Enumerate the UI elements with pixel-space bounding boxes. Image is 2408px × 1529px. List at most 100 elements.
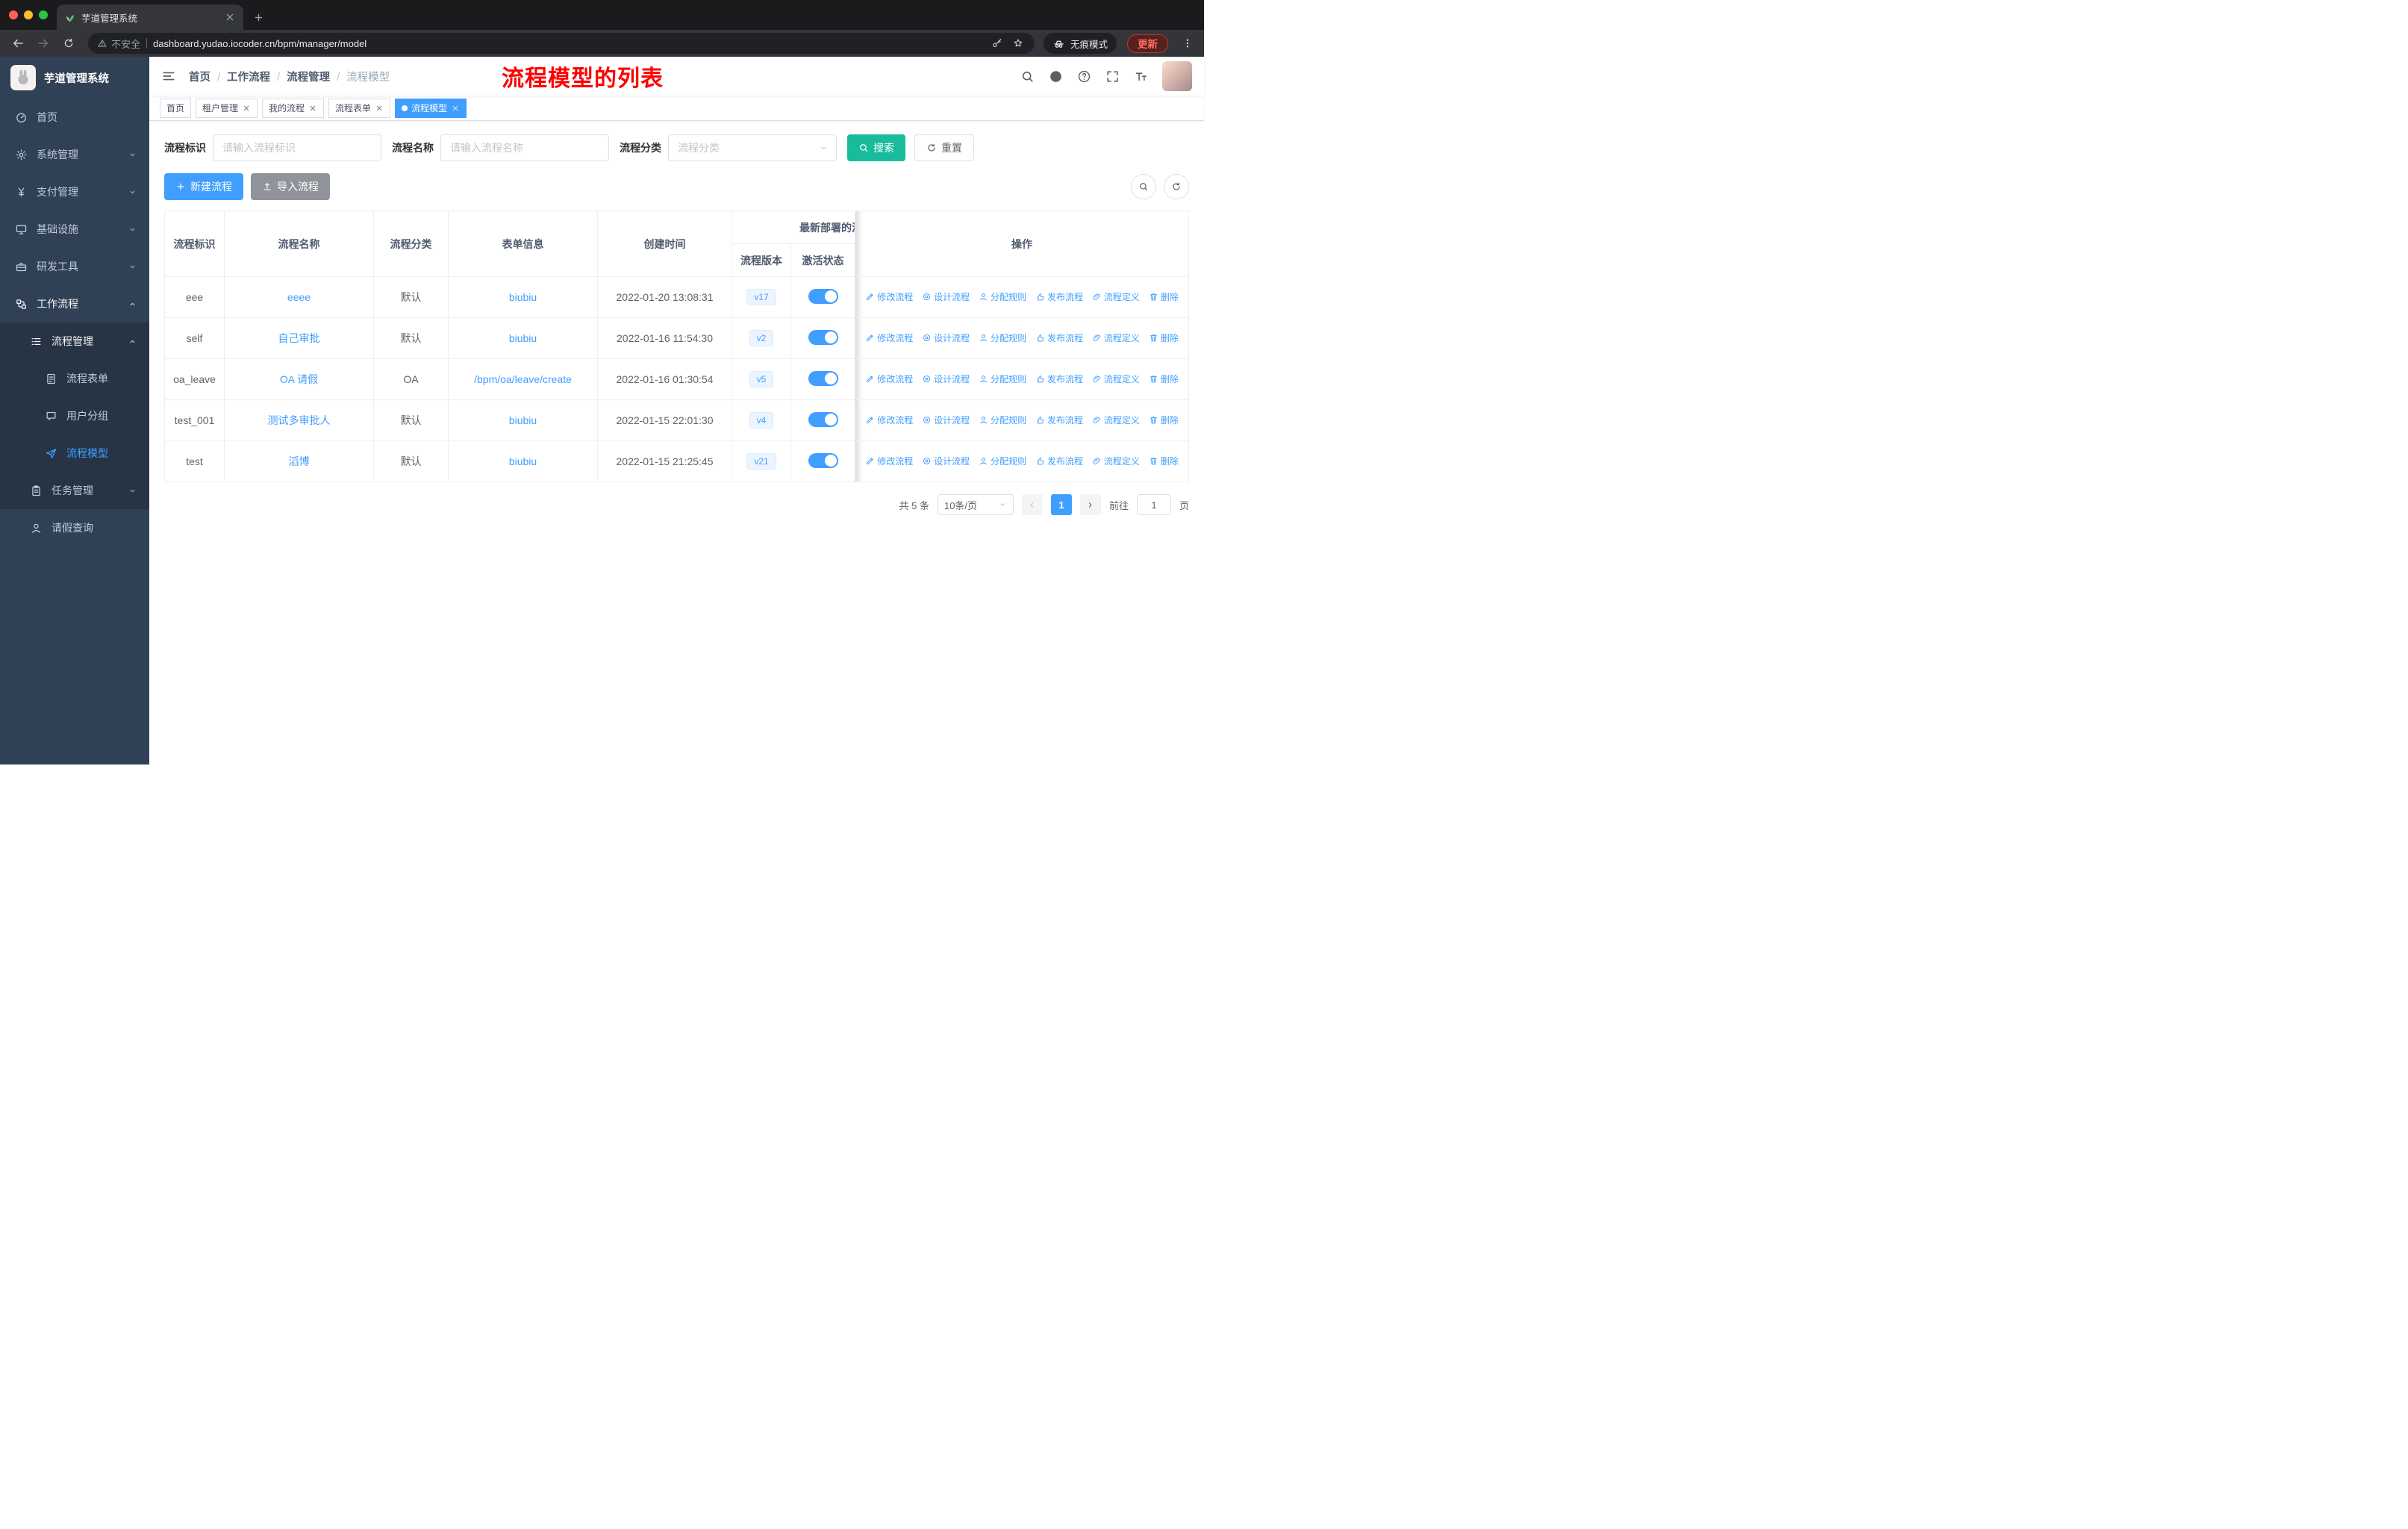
design-process-link[interactable]: 设计流程 [922, 290, 970, 303]
toggle-search-button[interactable] [1131, 174, 1156, 199]
font-size-icon[interactable] [1134, 69, 1148, 84]
new-tab-button[interactable] [248, 7, 269, 28]
current-page-button[interactable]: 1 [1050, 494, 1072, 515]
design-process-link[interactable]: 设计流程 [922, 373, 970, 385]
active-toggle[interactable] [808, 288, 838, 304]
version-badge[interactable]: v17 [746, 289, 776, 305]
process-name-link[interactable]: OA 请假 [280, 373, 318, 385]
modify-process-link[interactable]: 修改流程 [865, 414, 913, 426]
process-definition-link[interactable]: 流程定义 [1092, 414, 1140, 426]
address-bar[interactable]: 不安全 dashboard.yudao.iocoder.cn/bpm/manag… [88, 33, 1035, 54]
security-indicator[interactable]: 不安全 [97, 37, 140, 51]
sidebar-item-task-management[interactable]: 任务管理 [0, 472, 149, 509]
breadcrumb-item[interactable]: 首页 [189, 69, 227, 84]
page-size-select[interactable]: 10条/页 [937, 494, 1014, 515]
sidebar-item-process-management[interactable]: 流程管理 [0, 323, 149, 360]
process-definition-link[interactable]: 流程定义 [1092, 331, 1140, 344]
tag-close-icon[interactable] [451, 104, 460, 113]
active-toggle[interactable] [808, 452, 838, 468]
sidebar-item-devtools[interactable]: 研发工具 [0, 248, 149, 285]
create-process-button[interactable]: 新建流程 [164, 173, 243, 200]
sidebar-item-leave-query[interactable]: 请假查询 [0, 509, 149, 546]
delete-process-link[interactable]: 删除 [1149, 331, 1179, 344]
sidebar-item-infrastructure[interactable]: 基础设施 [0, 211, 149, 248]
process-name-input[interactable] [440, 134, 609, 161]
sidebar-item-user-group[interactable]: 用户分组 [0, 397, 149, 435]
process-name-link[interactable]: 自己审批 [278, 332, 320, 344]
form-link[interactable]: /bpm/oa/leave/create [474, 373, 572, 385]
publish-process-link[interactable]: 发布流程 [1035, 290, 1083, 303]
process-name-link[interactable]: eeee [287, 291, 311, 303]
delete-process-link[interactable]: 删除 [1149, 373, 1179, 385]
tag-close-icon[interactable] [375, 104, 384, 113]
search-icon[interactable] [1020, 69, 1035, 84]
active-toggle[interactable] [808, 411, 838, 427]
window-zoom-button[interactable] [39, 10, 48, 19]
back-button[interactable] [7, 33, 28, 54]
github-icon[interactable] [1049, 69, 1063, 84]
publish-process-link[interactable]: 发布流程 [1035, 373, 1083, 385]
sidebar-item-workflow[interactable]: 工作流程 [0, 285, 149, 323]
version-badge[interactable]: v4 [749, 412, 774, 429]
assign-rule-link[interactable]: 分配规则 [979, 455, 1026, 467]
publish-process-link[interactable]: 发布流程 [1035, 331, 1083, 344]
assign-rule-link[interactable]: 分配规则 [979, 290, 1026, 303]
modify-process-link[interactable]: 修改流程 [865, 331, 913, 344]
modify-process-link[interactable]: 修改流程 [865, 290, 913, 303]
sidebar-item-system[interactable]: 系统管理 [0, 136, 149, 173]
process-name-link[interactable]: 滔博 [289, 455, 310, 467]
sidebar-item-process-model[interactable]: 流程模型 [0, 435, 149, 472]
delete-process-link[interactable]: 删除 [1149, 414, 1179, 426]
tab-close-icon[interactable] [224, 11, 236, 23]
assign-rule-link[interactable]: 分配规则 [979, 331, 1026, 344]
process-definition-link[interactable]: 流程定义 [1092, 455, 1140, 467]
sidebar-item-process-form[interactable]: 流程表单 [0, 360, 149, 397]
active-toggle[interactable] [808, 329, 838, 345]
sidebar-collapse-button[interactable] [161, 69, 176, 84]
tag-process-model[interactable]: 流程模型 [395, 98, 467, 118]
version-badge[interactable]: v5 [749, 371, 774, 387]
design-process-link[interactable]: 设计流程 [922, 455, 970, 467]
version-badge[interactable]: v2 [749, 330, 774, 346]
tag-close-icon[interactable] [242, 104, 251, 113]
modify-process-link[interactable]: 修改流程 [865, 455, 913, 467]
modify-process-link[interactable]: 修改流程 [865, 373, 913, 385]
refresh-table-button[interactable] [1164, 174, 1189, 199]
window-close-button[interactable] [9, 10, 18, 19]
key-icon[interactable] [991, 37, 1003, 49]
window-minimize-button[interactable] [24, 10, 33, 19]
breadcrumb-item[interactable]: 工作流程 [227, 69, 287, 84]
bookmark-star-icon[interactable] [1012, 37, 1024, 49]
delete-process-link[interactable]: 删除 [1149, 290, 1179, 303]
user-avatar[interactable] [1162, 61, 1192, 91]
assign-rule-link[interactable]: 分配规则 [979, 373, 1026, 385]
process-definition-link[interactable]: 流程定义 [1092, 373, 1140, 385]
browser-menu-button[interactable] [1179, 33, 1197, 54]
help-icon[interactable] [1077, 69, 1091, 84]
form-link[interactable]: biubiu [509, 455, 537, 467]
tag-close-icon[interactable] [308, 104, 317, 113]
design-process-link[interactable]: 设计流程 [922, 414, 970, 426]
publish-process-link[interactable]: 发布流程 [1035, 414, 1083, 426]
active-toggle[interactable] [808, 370, 838, 386]
form-link[interactable]: biubiu [509, 291, 537, 303]
delete-process-link[interactable]: 删除 [1149, 455, 1179, 467]
process-definition-link[interactable]: 流程定义 [1092, 290, 1140, 303]
prev-page-button[interactable] [1021, 494, 1043, 515]
assign-rule-link[interactable]: 分配规则 [979, 414, 1026, 426]
browser-tab[interactable]: 芋道管理系统 [57, 4, 243, 30]
goto-page-input[interactable] [1136, 494, 1171, 515]
tag-my-process[interactable]: 我的流程 [262, 98, 325, 118]
publish-process-link[interactable]: 发布流程 [1035, 455, 1083, 467]
next-page-button[interactable] [1079, 494, 1101, 515]
sidebar-item-payment[interactable]: 支付管理 [0, 173, 149, 211]
search-button[interactable]: 搜索 [847, 134, 905, 161]
tag-tenant-management[interactable]: 租户管理 [196, 98, 258, 118]
process-name-link[interactable]: 测试多审批人 [268, 414, 331, 426]
browser-update-button[interactable]: 更新 [1127, 34, 1168, 53]
tag-process-form[interactable]: 流程表单 [328, 98, 391, 118]
form-link[interactable]: biubiu [509, 414, 537, 426]
breadcrumb-item[interactable]: 流程管理 [287, 69, 346, 84]
fullscreen-icon[interactable] [1105, 69, 1120, 84]
form-link[interactable]: biubiu [509, 332, 537, 344]
